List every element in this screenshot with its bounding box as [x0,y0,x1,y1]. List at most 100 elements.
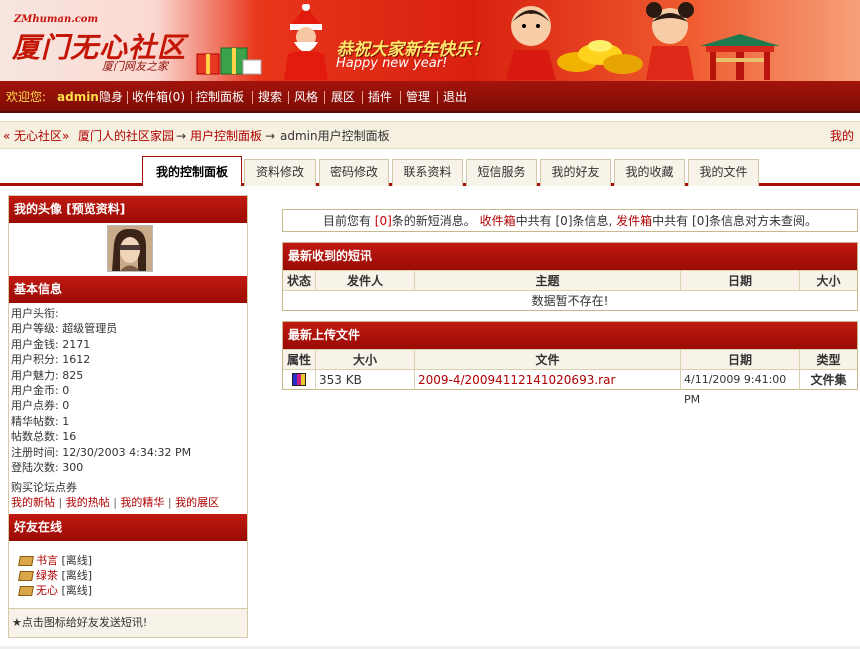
menu-divider [400,91,401,104]
menu-plugins[interactable]: 插件 [368,89,392,105]
menu-gallery[interactable]: 展区 [331,89,355,105]
breadcrumb-section[interactable]: 用户控制面板 [190,128,262,144]
site-url: ZMhuman.com [14,14,99,25]
new-message-count: [0] [374,214,392,228]
menu-control-panel[interactable]: 控制面板 [196,89,244,105]
my-gallery-link[interactable]: 我的展区 [175,496,219,509]
info-row-elite-posts: 精华帖数: 1 [11,414,70,428]
site-slogan: 厦门网友之家 [102,60,168,73]
breadcrumb-prefix: « [3,129,11,143]
menu-style[interactable]: 风格 [294,89,318,105]
recent-files-title: 最新上传文件 [283,322,857,349]
friend-name[interactable]: 绿茶 [36,569,58,582]
notice-text: 条信息对方未查阅。 [709,214,818,228]
col-attribute: 属性 [286,353,311,367]
tab-sms-service[interactable]: 短信服务 [466,159,537,186]
col-file: 文件 [414,350,680,370]
friend-item[interactable]: 书言 [离线] [18,553,92,568]
friend-name[interactable]: 书言 [36,554,58,567]
breadcrumb-home[interactable]: 无心社区 [14,128,62,144]
outbox-count: [0] [692,214,710,228]
info-row-title: 用户头衔: [11,307,59,320]
rar-archive-icon [292,373,306,386]
notice-text: 条的新短消息。 [391,214,476,228]
file-link[interactable]: 2009-4/20094112141020693.rar [414,370,680,390]
breadcrumb-arrow: → [265,129,276,143]
tab-my-control-panel[interactable]: 我的控制面板 [142,156,242,186]
menu-search[interactable]: 搜索 [258,89,282,105]
avatar[interactable] [107,225,153,272]
info-row-money: 用户金钱: 2171 [11,337,91,351]
buy-coupon-link[interactable]: 购买论坛点券 [11,480,77,495]
friend-item[interactable]: 无心 [离线] [18,583,93,598]
breadcrumb-home-sub[interactable]: 厦门人的社区家园 [78,128,174,144]
friend-item[interactable]: 绿茶 [离线] [18,568,93,583]
info-row-login-count: 登陆次数: 300 [11,461,84,475]
tab-edit-profile[interactable]: 资料修改 [244,159,316,186]
file-attribute-cell [283,370,315,390]
inbox-count: [0] [555,214,573,228]
avatar-title: 我的头像 [14,202,63,216]
my-hot-posts-link[interactable]: 我的热帖 [66,496,110,509]
breadcrumb-current: admin用户控制面板 [280,129,390,143]
username-link[interactable]: admin [57,89,99,105]
col-sender: 发件人 [315,271,414,291]
col-size: 大小 [799,271,857,291]
menu-admin[interactable]: 管理 [406,89,430,105]
menu-divider [362,91,363,104]
my-elite-link[interactable]: 我的精华 [120,496,164,509]
my-links: 我的新帖 | 我的热帖 | 我的精华 | 我的展区 [11,495,219,510]
friend-message-icon[interactable] [18,586,34,596]
outbox-link[interactable]: 发件箱 [616,214,652,228]
notice-text: 中共有 [652,214,689,228]
recent-messages-title: 最新收到的短讯 [283,243,857,270]
friend-message-icon[interactable] [18,556,34,566]
menu-hide[interactable]: 隐身 [99,89,123,105]
friend-message-hint: ★点击图标给好友发送短讯! [9,608,247,637]
menu-divider [437,91,438,104]
info-row-gold: 用户金币: 0 [11,384,70,398]
friend-status: [离线] [61,569,93,582]
table-header-row: 属性 大小 文件 日期 类型 [283,349,857,370]
col-date: 日期 [680,350,799,370]
my-new-posts-link[interactable]: 我的新帖 [11,496,55,509]
tab-my-files[interactable]: 我的文件 [688,159,759,186]
site-logo[interactable]: ZMhuman.com 厦门无心社区 厦门网友之家 [12,14,192,78]
notice-text: 目前您有 [322,214,371,228]
info-row-charm: 用户魅力: 825 [11,368,84,382]
file-size: 353 KB [315,370,414,390]
col-date: 日期 [680,271,799,291]
notice-text: 条信息, [572,214,613,228]
friend-status: [离线] [61,584,93,597]
menu-divider [288,91,289,104]
menu-logout[interactable]: 退出 [443,89,467,105]
info-row-coupons: 用户点券: 0 [11,399,70,413]
breadcrumb-right-link[interactable]: 我的 [830,128,854,144]
empty-message: 数据暂不存在! [531,294,609,308]
friend-name[interactable]: 无心 [36,584,58,597]
breadcrumb: « 无心社区 » 厦门人的社区家园 → 用户控制面板 → admin用户控制面板… [0,121,860,149]
menu-inbox[interactable]: 收件箱(0) [132,89,185,105]
info-row-level: 用户等级: 超级管理员 [11,322,118,336]
menu-divider [324,91,325,104]
lucky-girl-illustration [640,0,700,80]
new-year-greeting-en: Happy new year! [336,56,448,71]
preview-profile-link[interactable]: [预览资料] [66,202,125,216]
friend-message-icon[interactable] [18,571,34,581]
friends-online-header: 好友在线 [9,514,247,541]
header-banner: ZMhuman.com 厦门无心社区 厦门网友之家 恭祝大家新年快乐！ Happ… [0,0,860,81]
tab-my-friends[interactable]: 我的好友 [540,159,611,186]
avatar-section-header: 我的头像 [预览资料] [9,196,247,223]
link-divider: | [58,496,66,509]
recent-messages-table: 最新收到的短讯 状态 发件人 主题 日期 大小 数据暂不存在! [282,242,858,311]
notice-text: 中共有 [515,214,552,228]
message-notice: 目前您有 [0]条的新短消息。 收件箱中共有 [0]条信息, 发件箱中共有 [0… [282,209,858,232]
tab-change-password[interactable]: 密码修改 [319,159,389,186]
sidebar: 我的头像 [预览资料] 基本信息 用户头衔: 用户等级: 超级管理员 用户金钱:… [8,195,248,638]
info-row-total-posts: 帖数总数: 16 [11,430,77,444]
temple-gate-illustration [700,32,780,80]
inbox-link[interactable]: 收件箱 [480,214,516,228]
info-row-points: 用户积分: 1612 [11,353,91,367]
tab-my-favorites[interactable]: 我的收藏 [614,159,685,186]
tab-contact-info[interactable]: 联系资料 [392,159,463,186]
